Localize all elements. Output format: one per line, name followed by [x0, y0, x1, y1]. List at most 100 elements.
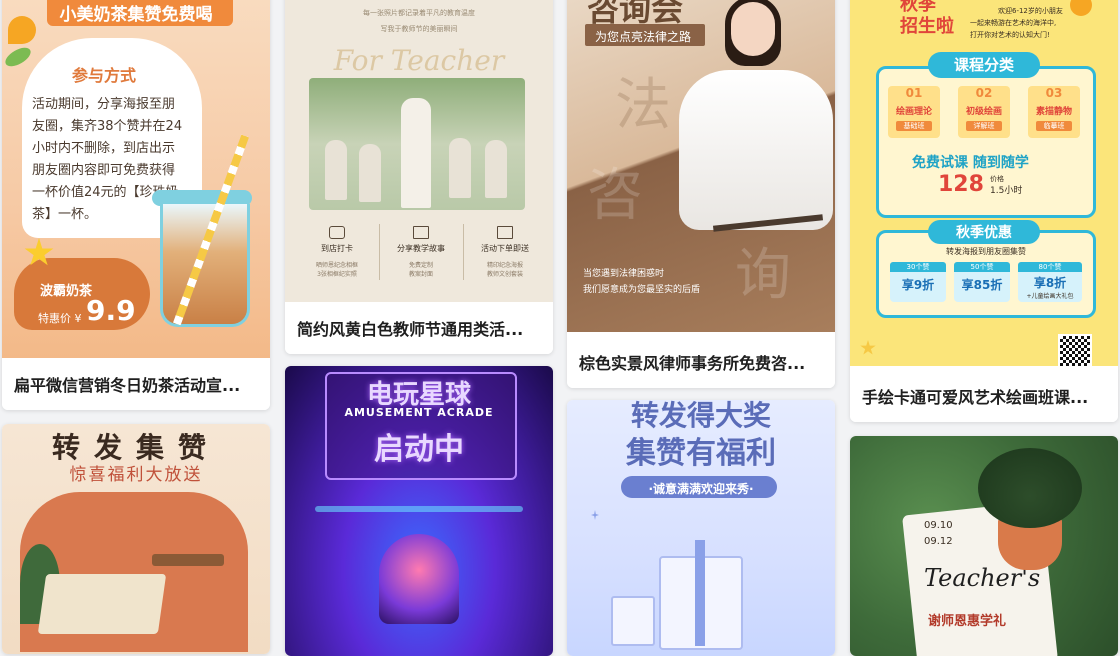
student-figure: [485, 140, 507, 198]
card-thumbnail: 09.10 09.12 Teacher's 谢师恩惠学礼: [850, 436, 1118, 656]
camera-icon: [329, 226, 345, 239]
card-thumbnail: 电玩星球 AMUSEMENT ACRADE 启动中: [285, 366, 553, 656]
date-1: 09.10: [924, 520, 953, 531]
intro-line-3: 打开你对艺术的认知大门!: [970, 31, 1050, 39]
banner-text: 小美奶茶集赞免费喝: [59, 5, 213, 25]
teacher-students-photo: [309, 78, 525, 210]
trial-duration: 1.5小时: [990, 186, 1023, 196]
student-figure: [325, 140, 347, 200]
watermark-char: 咨: [587, 163, 643, 228]
sparkle-icon: [591, 510, 599, 520]
feature-label: 到店打卡: [321, 244, 353, 253]
course-num: 02: [975, 86, 993, 100]
divider: [463, 224, 464, 280]
book-image: [37, 574, 167, 634]
headline-line-3: ·诚意满满欢迎来秀·: [648, 482, 754, 496]
card-title-text: 简约风黄白色教师节通用类活...: [297, 320, 524, 339]
offer-discount: 享85折: [961, 278, 1003, 292]
leaf-icon: [2, 43, 34, 71]
trial-text: 免费试课 随到随学: [912, 155, 1029, 171]
card-thumbnail: 咨询会 为您点亮法律之路 法 咨 询 当您遇到法律困惑时 我们愿意成为您最坚实的…: [567, 0, 835, 332]
card-title: 手绘卡通可爱风艺术绘画班课...: [850, 370, 1118, 422]
flower-icon: [1070, 0, 1092, 16]
light-beam: [315, 506, 523, 512]
lawyer-photo: [679, 70, 833, 230]
bottom-line-1: 当您遇到法律困惑时: [583, 269, 665, 279]
feature-desc: 精印纪念海报: [486, 262, 523, 269]
watermark-char: 询: [735, 243, 791, 308]
headline-line-3: 启动中: [374, 432, 464, 467]
template-card-teacher-plant[interactable]: 09.10 09.12 Teacher's 谢师恩惠学礼: [850, 436, 1118, 656]
intro-line-2: 一起来畅游在艺术的海洋中,: [970, 19, 1057, 27]
offer-item: 30个赞 享9折: [890, 262, 946, 302]
headline-line-2: 集赞有福利: [626, 436, 776, 471]
bottom-line-2: 我们愿意成为您最坚实的后盾: [583, 285, 701, 295]
course-name: 素描静物: [1035, 107, 1072, 117]
intro-line-1: 每一张照片都记录着平凡的教育温度: [363, 9, 475, 17]
template-card-arcade[interactable]: 电玩星球 AMUSEMENT ACRADE 启动中: [285, 366, 553, 656]
milk-tea-cup-image: [160, 204, 250, 327]
plant-leaves-image: [978, 448, 1082, 528]
script-title: For Teacher: [333, 44, 505, 77]
template-card-law-firm[interactable]: 咨询会 为您点亮法律之路 法 咨 询 当您遇到法律困惑时 我们愿意成为您最坚实的…: [567, 0, 835, 388]
card-thumbnail: 转发集赞 惊喜福利大放送: [2, 424, 270, 654]
card-thumbnail: 每一张照片都记录着平凡的教育温度 写我于教师节的美丽瞬间 For Teacher…: [285, 0, 553, 302]
template-card-art-class[interactable]: 秋季 招生啦 欢迎6-12岁的小朋友 一起来畅游在艺术的海洋中, 打开你对艺术的…: [850, 0, 1118, 422]
cn-text: 谢师恩惠学礼: [928, 614, 1007, 629]
intro-line-1: 欢迎6-12岁的小朋友: [998, 7, 1063, 15]
feature-item: 到店打卡 晒师恩纪念相框 3张相框纪实照: [297, 224, 377, 278]
gift-icon: [497, 226, 513, 239]
offer-likes: 30个赞: [890, 262, 946, 272]
course-tag: 临摹班: [1036, 121, 1072, 131]
card-title-text: 手绘卡通可爱风艺术绘画班课...: [862, 388, 1089, 407]
offer-likes: 80个赞: [1018, 262, 1082, 272]
feature-desc: 教师文创套装: [486, 271, 523, 278]
price-label: 特惠价 ¥: [38, 312, 82, 325]
headline-line-2: AMUSEMENT ACRADE: [344, 406, 494, 419]
student-figure: [359, 144, 381, 202]
rules-heading: 参与方式: [72, 66, 137, 85]
course-num: 01: [905, 86, 923, 100]
feature-desc: 3张相框纪实照: [317, 271, 357, 278]
course-tag: 基础班: [896, 121, 932, 131]
rules-line: 朋友圈内容即可免费获得: [32, 163, 176, 178]
course-item: 03 素描静物 临摹班: [1028, 86, 1080, 138]
course-name: 初级绘画: [965, 107, 1002, 117]
feature-desc: 教案封面: [408, 271, 433, 278]
feature-row: 到店打卡 晒师恩纪念相框 3张相框纪实照 分享教学故事 免费定制 教案封面 活动…: [297, 224, 541, 288]
offer-item: 50个赞 享85折: [954, 262, 1010, 302]
trophy-image: [379, 534, 459, 624]
template-card-gift-likes[interactable]: 转发得大奖 集赞有福利 ·诚意满满欢迎来秀·: [567, 400, 835, 656]
gift-box-image: [611, 596, 655, 646]
lawyer-face: [731, 2, 775, 56]
template-card-forward-likes[interactable]: 转发集赞 惊喜福利大放送: [2, 424, 270, 654]
card-thumbnail: 小美奶茶集赞免费喝 参与方式 活动期间，分享海报至朋 友圈，集齐38个赞并在24…: [2, 0, 270, 358]
flower-icon: [8, 16, 36, 44]
product-name: 波霸奶茶: [40, 284, 93, 299]
card-title: 棕色实景风律师事务所免费咨...: [567, 336, 835, 388]
template-card-milk-tea[interactable]: 小美奶茶集赞免费喝 参与方式 活动期间，分享海报至朋 友圈，集齐38个赞并在24…: [2, 0, 270, 410]
student-figure: [449, 138, 471, 198]
card-title: 扁平微信营销冬日奶茶活动宣...: [2, 358, 270, 410]
gift-ribbon: [695, 540, 705, 646]
offer-extra: +儿童绘画大礼包: [1026, 293, 1074, 300]
star-icon: [860, 340, 876, 355]
trial-price: 128: [938, 172, 984, 197]
divider: [379, 224, 380, 280]
template-card-teacher-day[interactable]: 每一张照片都记录着平凡的教育温度 写我于教师节的美丽瞬间 For Teacher…: [285, 0, 553, 354]
feature-label: 分享教学故事: [397, 244, 445, 253]
card-title: 简约风黄白色教师节通用类活...: [285, 302, 553, 354]
book-icon: [413, 226, 429, 239]
poster-subline: 惊喜福利大放送: [69, 465, 203, 485]
offer-discount: 享8折: [1033, 276, 1067, 290]
watermark-char: 法: [615, 73, 671, 138]
feature-item: 活动下单即送 精印纪念海报 教师文创套装: [465, 224, 545, 278]
offer-sub: 转发海报到朋友圈集赞: [946, 247, 1026, 256]
date-2: 09.12: [924, 536, 953, 547]
offer-discount: 享9折: [901, 278, 935, 292]
wood-block-image: [152, 554, 224, 566]
card-thumbnail: 转发得大奖 集赞有福利 ·诚意满满欢迎来秀·: [567, 400, 835, 656]
card-thumbnail: 秋季 招生啦 欢迎6-12岁的小朋友 一起来畅游在艺术的海洋中, 打开你对艺术的…: [850, 0, 1118, 366]
offer-heading: 秋季优惠: [956, 225, 1012, 241]
rules-line: 小时内不删除，到店出示: [32, 141, 176, 156]
